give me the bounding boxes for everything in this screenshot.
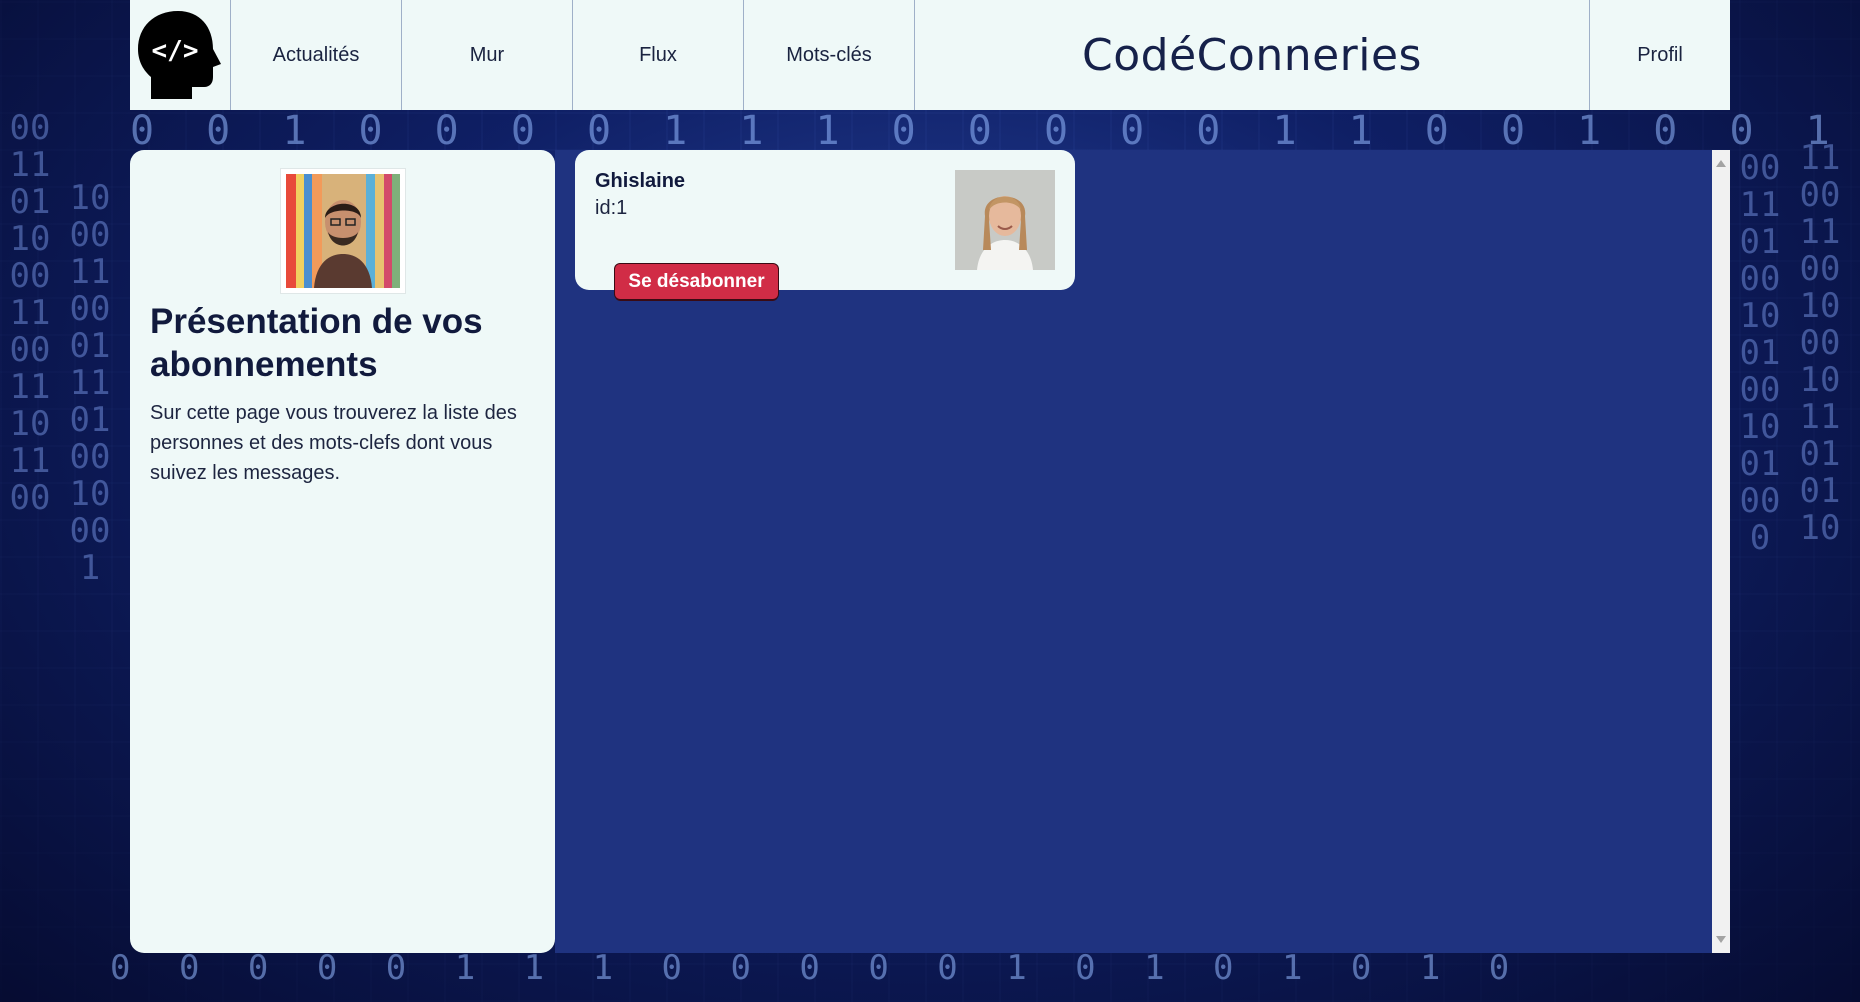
avatar: [279, 168, 406, 294]
subscription-card: Ghislaine id:1 Se désabonner: [575, 150, 1075, 299]
sidebar-presentation: Présentation de vos abonnements Sur cett…: [130, 150, 555, 953]
nav-profil[interactable]: Profil: [1590, 0, 1730, 110]
profile-photo-icon: [955, 170, 1055, 270]
binary-column-right-2: 1100110010001011010110: [1799, 138, 1841, 548]
top-navbar: </> Actualités Mur Flux Mots-clés CodéCo…: [130, 0, 1730, 110]
binary-row-top: 0 0 1 0 0 0 0 1 1 1 0 0 0 0 0 1 1 0 0 1 …: [130, 108, 1860, 154]
binary-column-left-2: 100011000111010010001: [69, 178, 111, 588]
nav-mots-cles[interactable]: Mots-clés: [744, 0, 915, 110]
sidebar-description: Sur cette page vous trouverez la liste d…: [150, 402, 517, 484]
binary-column-left-1: 0011011000110011101100: [9, 108, 51, 518]
scrollbar[interactable]: [1712, 150, 1730, 953]
profile-photo: [955, 170, 1055, 270]
sidebar-title: Présentation de vos abonnements: [150, 302, 483, 384]
subscriber-id: id:1: [595, 197, 628, 219]
nav-mur[interactable]: Mur: [402, 0, 573, 110]
nav-actualites[interactable]: Actualités: [231, 0, 402, 110]
user-avatar-photo: [285, 174, 400, 288]
nav-flux[interactable]: Flux: [573, 0, 744, 110]
binary-column-right-1: 001101001001001001000: [1739, 148, 1781, 558]
subscriber-name: Ghislaine: [595, 170, 686, 192]
binary-row-bottom: 0 0 0 0 0 1 1 1 0 0 0 0 0 1 0 1 0 1 0 1 …: [110, 948, 1524, 988]
head-code-icon: </>: [138, 11, 221, 99]
subscriptions-area: Ghislaine id:1 Se désabonner: [555, 150, 1712, 953]
brand-title: CodéConneries: [915, 0, 1590, 110]
logo[interactable]: </>: [130, 0, 231, 110]
scroll-down-arrow-icon[interactable]: [1716, 936, 1726, 943]
scroll-up-arrow-icon[interactable]: [1716, 160, 1726, 167]
svg-text:</>: </>: [152, 36, 199, 66]
unsubscribe-button[interactable]: Se désabonner: [615, 264, 778, 299]
